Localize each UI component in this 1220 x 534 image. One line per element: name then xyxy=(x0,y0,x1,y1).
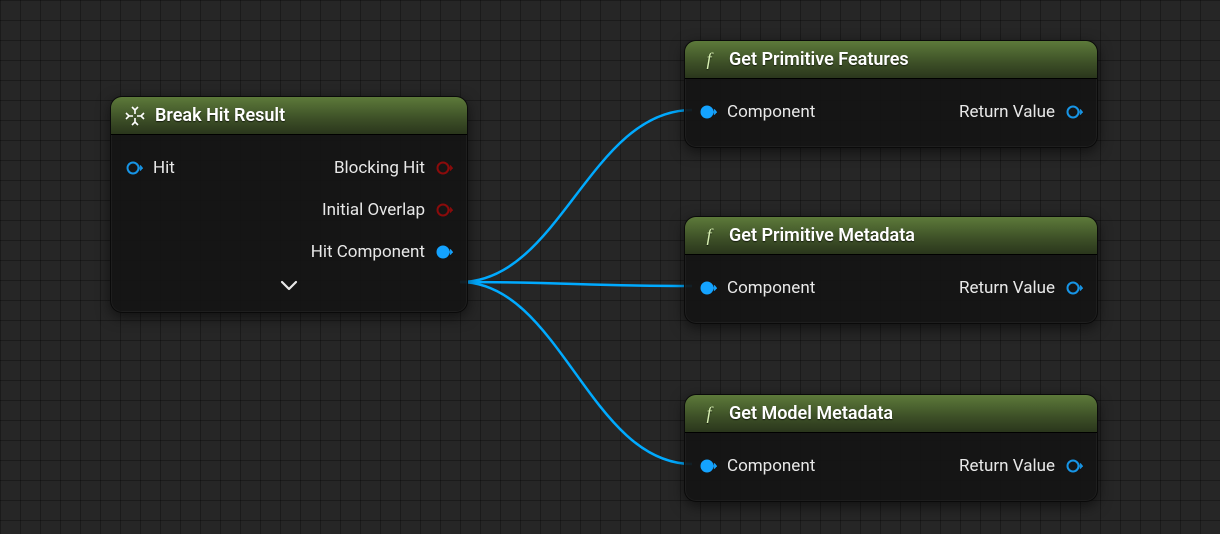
pin-label: Component xyxy=(727,102,815,122)
pin-label: Initial Overlap xyxy=(322,200,425,220)
node-get-model-metadata[interactable]: f Get Model Metadata Component Return Va… xyxy=(684,394,1098,502)
node-body: Component Return Value xyxy=(685,255,1097,323)
pin-connector-icon xyxy=(125,159,143,177)
chevron-down-icon xyxy=(280,277,298,296)
expand-pins-button[interactable] xyxy=(125,273,453,298)
pin-connector-icon xyxy=(699,457,717,475)
pin-initial-overlap-output[interactable]: Initial Overlap xyxy=(322,200,453,220)
node-get-primitive-metadata[interactable]: f Get Primitive Metadata Component Retur… xyxy=(684,216,1098,324)
node-get-primitive-features[interactable]: f Get Primitive Features Component Retur… xyxy=(684,40,1098,148)
pin-return-value-output[interactable]: Return Value xyxy=(959,456,1083,476)
node-break-hit-result[interactable]: Break Hit Result Hit Blocking Hit xyxy=(110,96,468,313)
function-icon: f xyxy=(699,226,719,246)
pin-hit-component-output[interactable]: Hit Component xyxy=(311,242,453,262)
pin-label: Return Value xyxy=(959,456,1055,476)
function-icon: f xyxy=(699,404,719,424)
pin-connector-icon xyxy=(699,279,717,297)
pin-blocking-hit-output[interactable]: Blocking Hit xyxy=(334,158,453,178)
pin-return-value-output[interactable]: Return Value xyxy=(959,278,1083,298)
pin-connector-icon xyxy=(435,201,453,219)
pin-label: Return Value xyxy=(959,278,1055,298)
pin-return-value-output[interactable]: Return Value xyxy=(959,102,1083,122)
node-title: Get Primitive Features xyxy=(729,49,909,70)
pin-connector-icon xyxy=(435,159,453,177)
pin-label: Component xyxy=(727,456,815,476)
function-icon: f xyxy=(699,50,719,70)
node-body: Component Return Value xyxy=(685,79,1097,147)
pin-component-input[interactable]: Component xyxy=(699,278,815,298)
pin-hit-input[interactable]: Hit xyxy=(125,158,175,178)
pin-connector-icon xyxy=(1065,103,1083,121)
pin-component-input[interactable]: Component xyxy=(699,456,815,476)
pin-connector-icon xyxy=(1065,279,1083,297)
node-title: Break Hit Result xyxy=(155,105,285,126)
break-struct-icon xyxy=(125,106,145,126)
pin-label: Hit xyxy=(153,158,175,178)
pin-label: Component xyxy=(727,278,815,298)
pin-label: Return Value xyxy=(959,102,1055,122)
node-header[interactable]: f Get Model Metadata xyxy=(685,395,1097,433)
node-body: Hit Blocking Hit Initial Overlap xyxy=(111,135,467,312)
pin-label: Hit Component xyxy=(311,242,425,262)
pin-connector-icon xyxy=(699,103,717,121)
node-header[interactable]: f Get Primitive Metadata xyxy=(685,217,1097,255)
node-title: Get Primitive Metadata xyxy=(729,225,915,246)
node-title: Get Model Metadata xyxy=(729,403,893,424)
node-header[interactable]: f Get Primitive Features xyxy=(685,41,1097,79)
pin-label: Blocking Hit xyxy=(334,158,425,178)
node-header[interactable]: Break Hit Result xyxy=(111,97,467,135)
pin-component-input[interactable]: Component xyxy=(699,102,815,122)
pin-connector-icon xyxy=(1065,457,1083,475)
pin-connector-icon xyxy=(435,243,453,261)
node-body: Component Return Value xyxy=(685,433,1097,501)
